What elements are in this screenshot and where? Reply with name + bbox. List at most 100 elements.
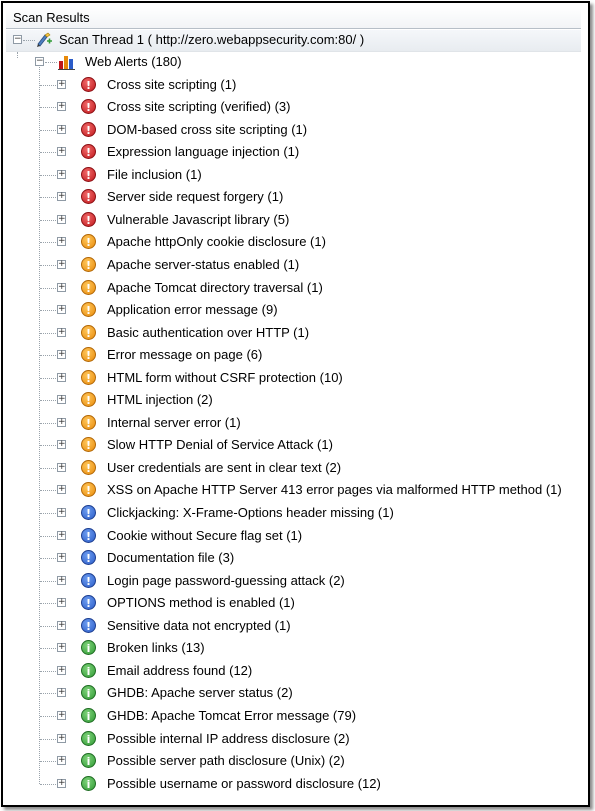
- tree-node-scan-thread[interactable]: − Scan Thread 1 ( http://zero.webappsecu…: [6, 30, 581, 52]
- alert-item[interactable]: + i GHDB: Apache Tomcat Error message (79): [6, 706, 581, 727]
- medium-severity-icon: !: [81, 347, 96, 363]
- alert-item[interactable]: + i Possible username or password disclosu…: [6, 774, 581, 795]
- expand-toggle[interactable]: +: [57, 553, 66, 562]
- tree-node-web-alerts[interactable]: − Web Alerts (180): [6, 52, 581, 73]
- expand-toggle[interactable]: +: [57, 327, 66, 337]
- collapse-toggle[interactable]: −: [13, 35, 22, 44]
- tree-connector: [17, 52, 18, 58]
- alert-item[interactable]: + i GHDB: Apache server status (2): [6, 683, 581, 704]
- expand-toggle[interactable]: +: [57, 214, 66, 224]
- alert-item[interactable]: +! HTML form without CSRF protection (10): [6, 368, 581, 389]
- alert-item[interactable]: +! Cross site scripting (verified) (3): [6, 97, 581, 118]
- expand-toggle[interactable]: +: [57, 169, 66, 179]
- alert-label: Apache httpOnly cookie disclosure (1): [107, 234, 326, 250]
- low-severity-icon: !: [81, 527, 96, 543]
- expand-toggle[interactable]: +: [57, 102, 66, 111]
- alert-item[interactable]: +! Apache server-status enabled (1): [6, 255, 581, 276]
- alert-item[interactable]: +! Expression language injection (1): [6, 142, 581, 163]
- alert-item[interactable]: +! HTML injection (2): [6, 390, 581, 411]
- expand-toggle[interactable]: +: [57, 756, 66, 765]
- alert-item[interactable]: +! Sensitive data not encrypted (1): [6, 616, 581, 637]
- alert-item[interactable]: +! Error message on page (6): [6, 345, 581, 366]
- low-severity-icon: !: [81, 572, 96, 588]
- alert-label: Error message on page (6): [107, 347, 263, 363]
- alert-item[interactable]: +! OPTIONS method is enabled (1): [6, 593, 581, 614]
- low-severity-icon: !: [81, 550, 96, 565]
- tree-connector: [40, 332, 56, 334]
- expand-toggle[interactable]: +: [57, 688, 66, 698]
- alert-label: Application error message (9): [107, 302, 278, 317]
- expand-toggle[interactable]: +: [57, 643, 66, 653]
- expand-toggle[interactable]: +: [57, 440, 66, 450]
- expand-toggle[interactable]: +: [57, 575, 66, 585]
- alert-item[interactable]: +! Server side request forgery (1): [6, 187, 581, 208]
- alert-item[interactable]: +! Basic authentication over HTTP (1): [6, 323, 581, 344]
- tree-connector: [40, 512, 56, 514]
- tree-connector: [40, 355, 56, 357]
- expand-toggle[interactable]: +: [57, 778, 66, 788]
- expand-toggle[interactable]: +: [57, 124, 66, 134]
- expand-toggle[interactable]: +: [57, 259, 66, 269]
- alert-label: Broken links (13): [107, 640, 205, 656]
- low-severity-icon: !: [81, 595, 96, 611]
- expand-toggle[interactable]: +: [57, 395, 66, 405]
- expand-toggle[interactable]: +: [57, 237, 66, 247]
- expand-toggle[interactable]: +: [57, 733, 66, 743]
- expand-toggle[interactable]: +: [57, 282, 66, 292]
- alert-item[interactable]: +! Vulnerable Javascript library (5): [6, 210, 581, 231]
- alert-item[interactable]: +! Application error message (9): [6, 300, 581, 321]
- expand-toggle[interactable]: +: [57, 462, 66, 472]
- alert-item[interactable]: +! Internal server error (1): [6, 413, 581, 434]
- expand-toggle[interactable]: +: [57, 485, 66, 495]
- alert-item[interactable]: + i Possible internal IP address disclosur…: [6, 729, 581, 750]
- alert-label: Slow HTTP Denial of Service Attack (1): [107, 437, 333, 453]
- alert-item[interactable]: +! Clickjacking: X-Frame-Options header m…: [6, 503, 581, 524]
- expand-toggle[interactable]: +: [57, 620, 66, 630]
- alert-item[interactable]: +! Cross site scripting (1): [6, 75, 581, 96]
- alert-label: Possible username or password disclosure…: [107, 775, 381, 791]
- expand-toggle[interactable]: +: [57, 305, 66, 314]
- alert-item[interactable]: +! XSS on Apache HTTP Server 413 error pa…: [6, 480, 581, 501]
- tree-connector: [40, 377, 56, 379]
- tree-connector: [23, 40, 35, 41]
- medium-severity-icon: !: [81, 482, 96, 498]
- alert-item[interactable]: + i Email address found (12): [6, 661, 581, 682]
- high-severity-icon: !: [81, 189, 96, 205]
- alert-item[interactable]: +! Documentation file (3): [6, 548, 581, 569]
- expand-toggle[interactable]: +: [57, 192, 66, 202]
- expand-toggle[interactable]: +: [57, 530, 66, 540]
- tree-connector: [40, 625, 56, 627]
- expand-toggle[interactable]: +: [57, 507, 66, 517]
- tree-connector: [40, 558, 56, 559]
- alert-label: Basic authentication over HTTP (1): [107, 324, 310, 340]
- expand-toggle[interactable]: +: [57, 710, 66, 720]
- alert-item[interactable]: +! Slow HTTP Denial of Service Attack (1): [6, 435, 581, 456]
- expand-toggle[interactable]: +: [57, 147, 66, 157]
- expand-toggle[interactable]: +: [57, 665, 66, 675]
- alert-item[interactable]: +! Cookie without Secure flag set (1): [6, 526, 581, 547]
- high-severity-icon: !: [81, 144, 96, 160]
- info-icon: i: [81, 685, 96, 701]
- expand-toggle[interactable]: +: [57, 417, 66, 427]
- alert-item[interactable]: +! Apache httpOnly cookie disclosure (1): [6, 232, 581, 253]
- expand-toggle[interactable]: +: [57, 372, 66, 382]
- alert-item[interactable]: +! User credentials are sent in clear tex…: [6, 458, 581, 479]
- tree-connector: [40, 219, 56, 221]
- collapse-toggle[interactable]: −: [35, 57, 44, 66]
- alert-label: HTML form without CSRF protection (10): [107, 369, 343, 385]
- expand-toggle[interactable]: +: [57, 350, 66, 360]
- alert-item[interactable]: + i Possible server path disclosure (Unix)…: [6, 751, 581, 772]
- expand-toggle[interactable]: +: [57, 598, 66, 608]
- tree-connector: [40, 174, 56, 176]
- info-icon: i: [81, 730, 96, 746]
- alert-item[interactable]: +! DOM-based cross site scripting (1): [6, 120, 581, 141]
- alert-item[interactable]: +! Login page password-guessing attack (2…: [6, 571, 581, 592]
- alert-item[interactable]: +! File inclusion (1): [6, 165, 581, 186]
- expand-toggle[interactable]: +: [57, 79, 66, 89]
- scan-thread-label: Scan Thread 1 ( http://zero.webappsecuri…: [59, 32, 365, 47]
- alert-label: Cookie without Secure flag set (1): [107, 527, 303, 543]
- alert-item[interactable]: +! Apache Tomcat directory traversal (1): [6, 278, 581, 299]
- info-icon: i: [81, 707, 96, 723]
- low-severity-icon: !: [81, 617, 96, 633]
- alert-item[interactable]: + i Broken links (13): [6, 638, 581, 659]
